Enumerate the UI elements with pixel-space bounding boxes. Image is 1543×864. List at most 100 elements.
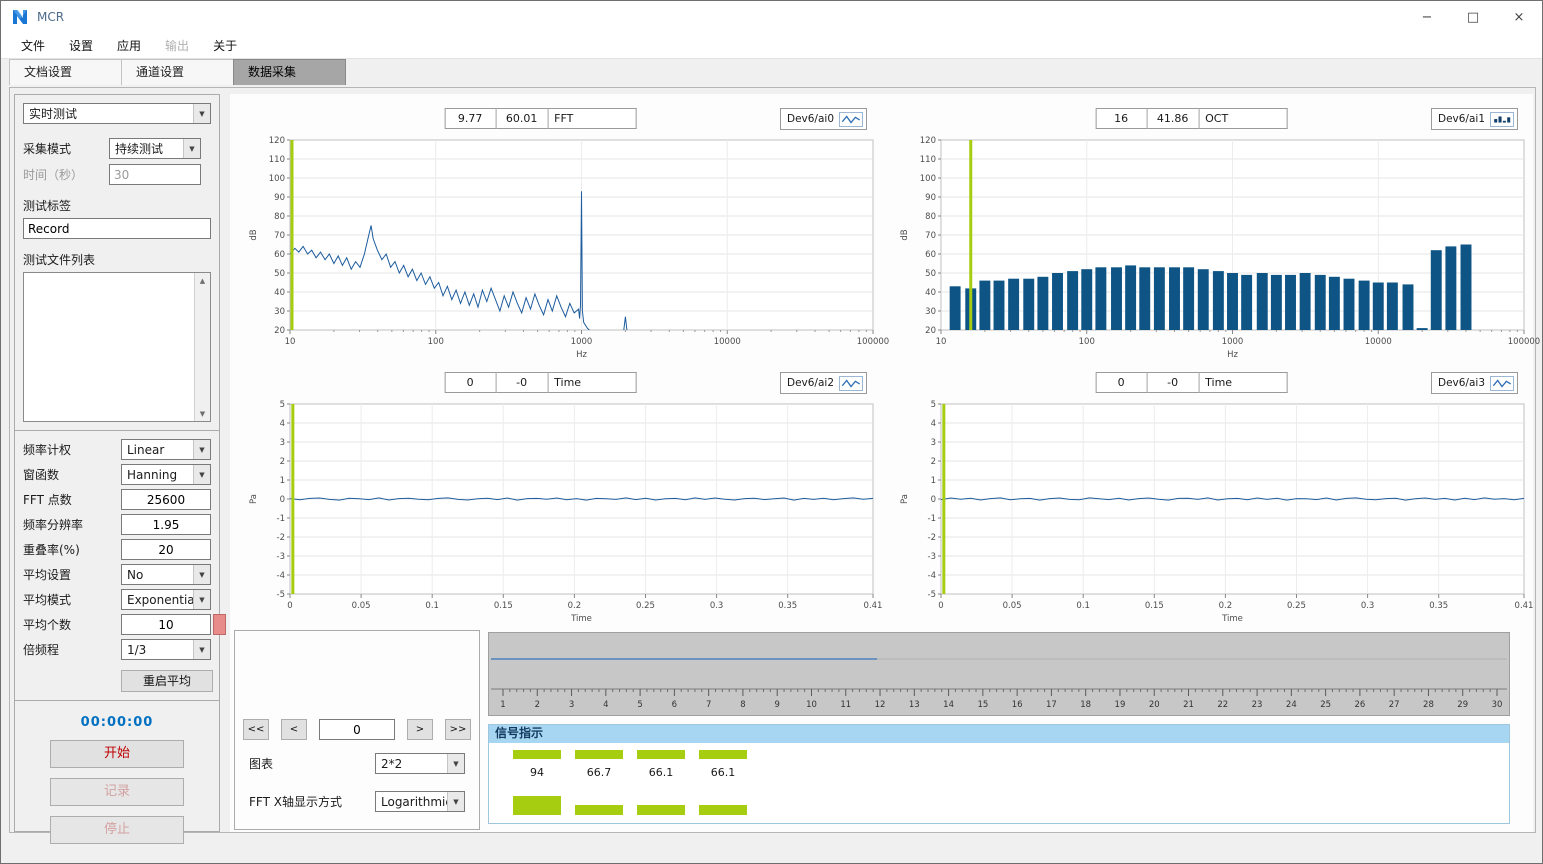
freq-resolution-input[interactable] <box>121 514 211 535</box>
svg-text:11: 11 <box>840 700 851 710</box>
svg-text:0.05: 0.05 <box>1003 601 1022 611</box>
cursor-x-readout: 0 <box>1095 372 1147 393</box>
signal-level-bar <box>575 750 623 759</box>
channel-selector[interactable]: Dev6/ai0 <box>780 108 867 130</box>
svg-text:90: 90 <box>925 193 936 203</box>
first-page-button[interactable]: << <box>243 719 269 740</box>
svg-text:0: 0 <box>931 495 936 505</box>
fft-xaxis-combo[interactable]: Logarithmic ▼ <box>375 791 465 812</box>
oct-chart[interactable]: 2030405060708090100110120101001000100001… <box>897 134 1542 360</box>
setting-label: 平均模式 <box>23 591 121 608</box>
window-title: MCR <box>37 10 64 24</box>
start-button[interactable]: 开始 <box>50 740 184 768</box>
menu-bar: 文件设置应用输出关于 <box>1 33 1542 59</box>
oct-chart-panel: 16 41.86 OCT Dev6/ai1 203040506070809010… <box>881 94 1532 358</box>
svg-text:40: 40 <box>274 288 285 298</box>
prev-page-button[interactable]: < <box>281 719 307 740</box>
chart-layout-combo[interactable]: 2*2 ▼ <box>375 753 465 774</box>
svg-text:-3: -3 <box>928 552 936 562</box>
record-button[interactable]: 记录 <box>50 778 184 806</box>
signal-block-ch2 <box>575 805 623 815</box>
tab-data-acquisition[interactable]: 数据采集 <box>233 59 346 85</box>
acq-mode-value: 持续测试 <box>110 140 183 157</box>
tab-document-settings[interactable]: 文档设置 <box>9 59 122 85</box>
setting-row-overlap-rate: 重叠率(%) <box>23 539 211 560</box>
list-scrollbar[interactable]: ▲ ▼ <box>194 273 210 421</box>
scroll-down-icon[interactable]: ▼ <box>195 406 210 421</box>
svg-text:22: 22 <box>1217 700 1228 710</box>
svg-text:3: 3 <box>280 438 285 448</box>
time-chart-ai3[interactable]: -5-4-3-2-101234500.050.10.150.20.250.30.… <box>897 398 1542 624</box>
svg-text:1: 1 <box>931 476 936 486</box>
test-mode-combo[interactable]: 实时测试 ▼ <box>23 103 211 124</box>
svg-text:100000: 100000 <box>1508 337 1540 347</box>
svg-text:100: 100 <box>428 337 444 347</box>
svg-text:24: 24 <box>1286 700 1297 710</box>
setting-row-avg-setting: 平均设置No▼ <box>23 564 211 585</box>
fft-points-input[interactable] <box>121 489 211 510</box>
tab-channel-settings[interactable]: 通道设置 <box>121 59 234 85</box>
menu-item-file[interactable]: 文件 <box>9 33 57 58</box>
chart-type-label: Time <box>548 372 636 393</box>
menu-item-output: 输出 <box>153 33 201 58</box>
chart-grid: 9.77 60.01 FFT Dev6/ai0 2030405060708090… <box>230 94 1533 622</box>
maximize-icon[interactable]: □ <box>1450 1 1496 33</box>
svg-text:3: 3 <box>931 438 936 448</box>
svg-text:70: 70 <box>274 231 285 241</box>
svg-text:0.25: 0.25 <box>1287 601 1306 611</box>
time-seconds-input[interactable] <box>109 164 201 185</box>
menu-item-application[interactable]: 应用 <box>105 33 153 58</box>
test-file-list[interactable]: ▲ ▼ <box>23 272 211 422</box>
test-label-input[interactable] <box>23 218 211 239</box>
svg-text:10: 10 <box>936 337 947 347</box>
avg-count-input[interactable] <box>121 614 211 635</box>
svg-text:-1: -1 <box>277 514 285 524</box>
fft-xaxis-value: Logarithmic <box>376 795 447 809</box>
fft-chart[interactable]: 2030405060708090100110120101001000100001… <box>246 134 891 360</box>
acq-mode-combo[interactable]: 持续测试 ▼ <box>109 138 201 159</box>
octave-band-combo[interactable]: 1/3▼ <box>121 639 211 660</box>
time-chart-header: 0 -0 Time Dev6/ai2 <box>230 372 881 393</box>
freq-weighting-combo[interactable]: Linear▼ <box>121 439 211 460</box>
svg-text:Pa: Pa <box>249 494 259 504</box>
avg-mode-combo[interactable]: Exponential▼ <box>121 589 211 610</box>
channel-selector[interactable]: Dev6/ai2 <box>780 372 867 394</box>
window-function-value: Hanning <box>122 468 193 482</box>
avg-setting-combo[interactable]: No▼ <box>121 564 211 585</box>
next-page-button[interactable]: > <box>407 719 433 740</box>
last-page-button[interactable]: >> <box>445 719 471 740</box>
menu-item-about[interactable]: 关于 <box>201 33 249 58</box>
setting-label: 倍频程 <box>23 641 121 658</box>
close-icon[interactable]: × <box>1496 1 1542 33</box>
svg-text:1: 1 <box>500 700 505 710</box>
svg-text:17: 17 <box>1046 700 1057 710</box>
restart-average-button[interactable]: 重启平均 <box>121 670 213 692</box>
svg-text:10: 10 <box>806 700 817 710</box>
time-chart-panel-ai2: 0 -0 Time Dev6/ai2 -5-4-3-2-101234500.05… <box>230 358 881 622</box>
timeline-strip[interactable]: 1234567891011121314151617181920212223242… <box>488 632 1510 716</box>
channel-selector[interactable]: Dev6/ai3 <box>1431 372 1518 394</box>
content-area: 实时测试 ▼ 采集模式 持续测试 ▼ 时间（秒） 测试标签 测试文件列表 <box>9 87 1536 833</box>
page-number-input[interactable] <box>319 719 395 740</box>
svg-text:5: 5 <box>280 400 285 410</box>
svg-text:30: 30 <box>274 307 285 317</box>
freq-weighting-value: Linear <box>122 443 193 457</box>
window-function-combo[interactable]: Hanning▼ <box>121 464 211 485</box>
setting-label: 平均个数 <box>23 616 121 633</box>
svg-text:40: 40 <box>925 288 936 298</box>
menu-item-settings[interactable]: 设置 <box>57 33 105 58</box>
time-chart-ai2[interactable]: -5-4-3-2-101234500.050.10.150.20.250.30.… <box>246 398 891 624</box>
svg-text:-4: -4 <box>928 571 936 581</box>
overlap-rate-input[interactable] <box>121 539 211 560</box>
setting-row-freq-weighting: 频率计权Linear▼ <box>23 439 211 460</box>
stop-button[interactable]: 停止 <box>50 816 184 844</box>
svg-text:4: 4 <box>603 700 608 710</box>
channel-selector[interactable]: Dev6/ai1 <box>1431 108 1518 130</box>
scroll-up-icon[interactable]: ▲ <box>195 273 210 288</box>
time-seconds-label: 时间（秒） <box>23 166 109 183</box>
svg-text:16: 16 <box>1012 700 1023 710</box>
main-region: 9.77 60.01 FFT Dev6/ai0 2030405060708090… <box>230 94 1533 832</box>
minimize-icon[interactable]: − <box>1404 1 1450 33</box>
setting-label: FFT 点数 <box>23 491 121 508</box>
svg-text:0.2: 0.2 <box>568 601 582 611</box>
